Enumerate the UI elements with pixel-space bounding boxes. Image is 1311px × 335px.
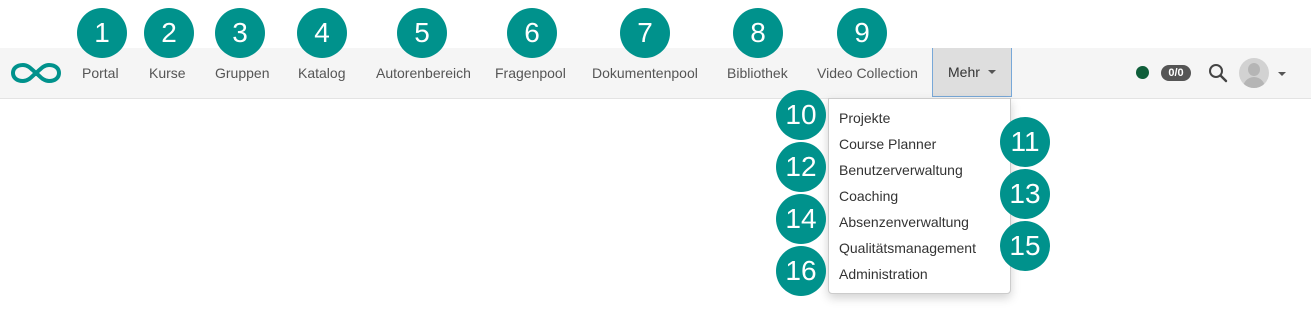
marker-1: 1 [77, 8, 127, 58]
menu-item-projekte[interactable]: Projekte [839, 107, 890, 129]
online-status-dot[interactable] [1136, 66, 1149, 79]
marker-3: 3 [215, 8, 265, 58]
chevron-down-icon [988, 70, 996, 74]
nav-more-label: Mehr [948, 64, 980, 80]
menu-item-administration[interactable]: Administration [839, 263, 928, 285]
marker-2: 2 [144, 8, 194, 58]
marker-5: 5 [397, 8, 447, 58]
marker-7: 7 [620, 8, 670, 58]
marker-9: 9 [837, 8, 887, 58]
nav-more-dropdown-toggle[interactable]: Mehr [932, 48, 1012, 97]
more-dropdown-menu: Projekte Course Planner Benutzerverwaltu… [828, 98, 1011, 294]
avatar[interactable] [1239, 58, 1269, 88]
marker-15: 15 [1000, 221, 1050, 271]
marker-13: 13 [1000, 169, 1050, 219]
marker-12: 12 [776, 142, 826, 192]
marker-14: 14 [776, 194, 826, 244]
avatar-head-shape [1248, 63, 1260, 76]
marker-10: 10 [776, 90, 826, 140]
search-icon[interactable] [1208, 63, 1228, 83]
menu-item-benutzerverwaltung[interactable]: Benutzerverwaltung [839, 159, 963, 181]
marker-16: 16 [776, 246, 826, 296]
avatar-body-shape [1243, 77, 1265, 88]
infinity-logo-icon[interactable] [10, 61, 62, 85]
status-badge[interactable]: 0/0 [1161, 65, 1191, 81]
marker-6: 6 [507, 8, 557, 58]
menu-item-course-planner[interactable]: Course Planner [839, 133, 936, 155]
user-menu-chevron-down-icon[interactable] [1278, 72, 1286, 76]
menu-item-qualitaetsmanagement[interactable]: Qualitätsmanagement [839, 237, 976, 259]
marker-8: 8 [733, 8, 783, 58]
menu-item-absenzenverwaltung[interactable]: Absenzenverwaltung [839, 211, 969, 233]
marker-11: 11 [1000, 117, 1050, 167]
menu-item-coaching[interactable]: Coaching [839, 185, 898, 207]
marker-4: 4 [297, 8, 347, 58]
